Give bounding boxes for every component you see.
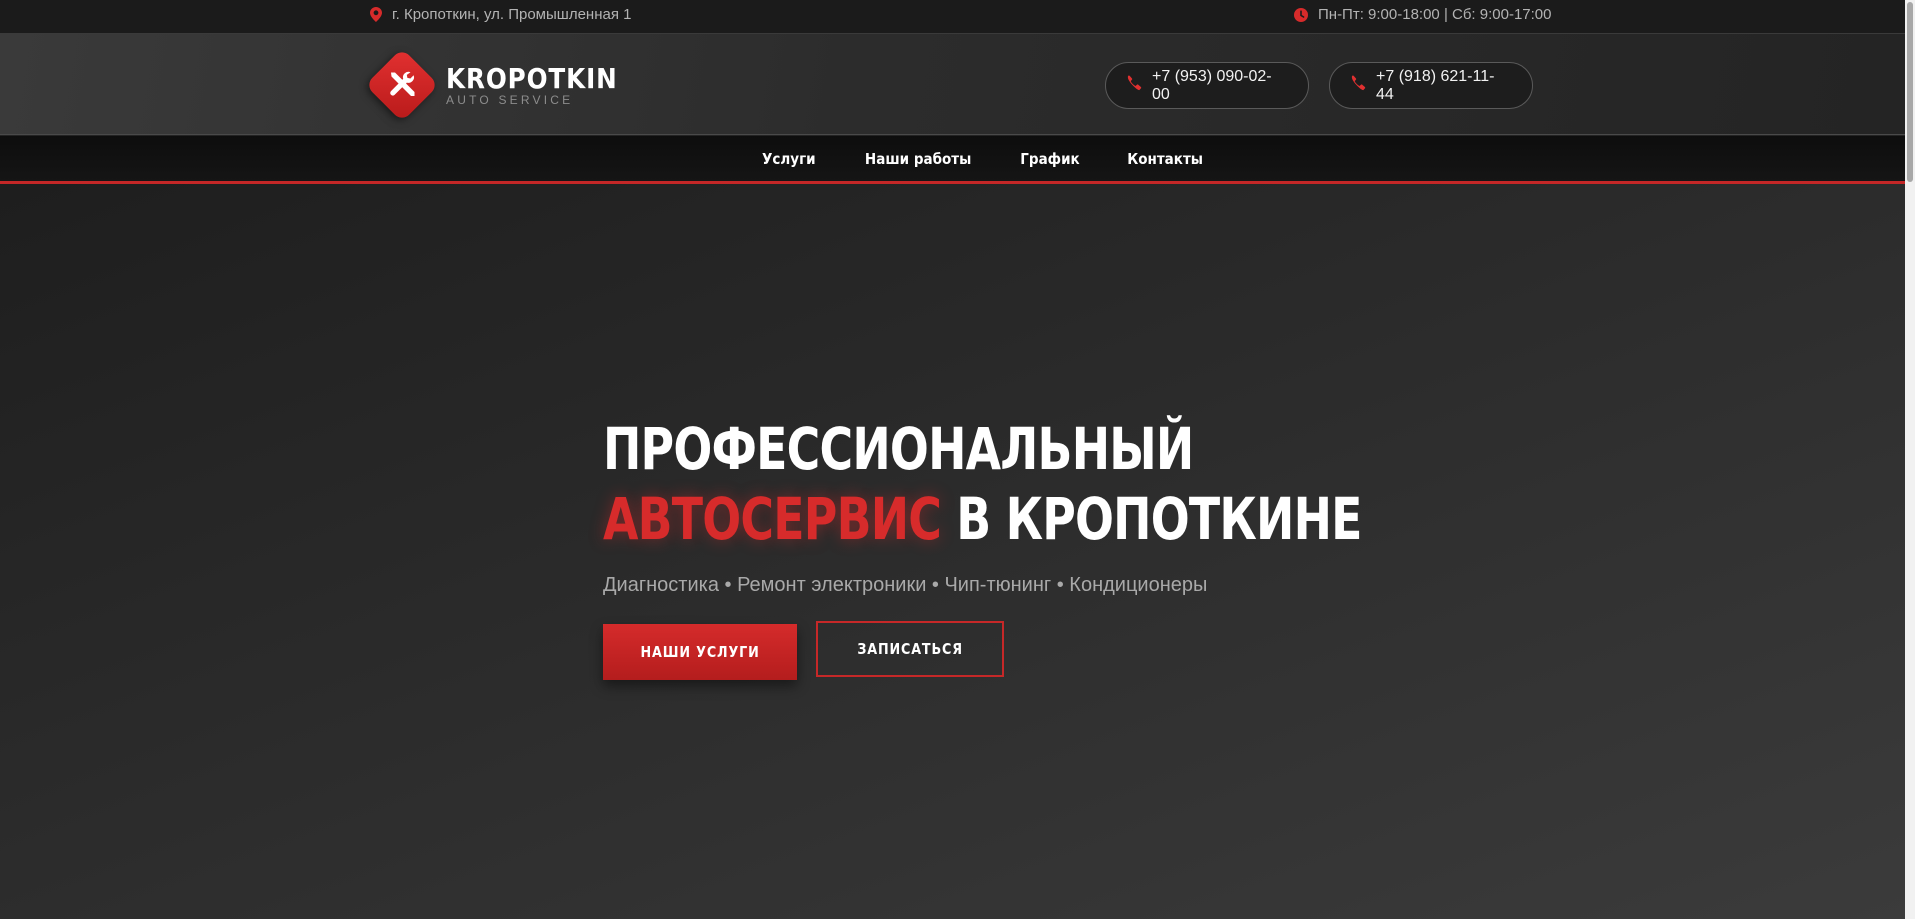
phone-icon: [1126, 75, 1142, 96]
site-header: KROPOTKIN AUTO SERVICE +7 (953) 090-02-0…: [0, 34, 1905, 135]
address-text: г. Кропоткин, ул. Промышленная 1: [392, 6, 632, 23]
phone-number-1: +7 (953) 090-02-00: [1152, 67, 1272, 103]
site-logo[interactable]: KROPOTKIN AUTO SERVICE: [364, 47, 641, 123]
address-info: г. Кропоткин, ул. Промышленная 1: [370, 0, 631, 29]
working-hours-info: Пн-Пт: 9:00-18:00 | Сб: 9:00-17:00: [1294, 0, 1552, 29]
phone-button-1[interactable]: +7 (953) 090-02-00: [1105, 62, 1309, 109]
vertical-scrollbar[interactable]: [1905, 0, 1915, 919]
nav-item-services[interactable]: Услуги: [762, 150, 816, 168]
our-services-button[interactable]: НАШИ УСЛУГИ: [603, 624, 797, 680]
logo-text: KROPOTKIN AUTO SERVICE: [446, 61, 641, 107]
hero-buttons: НАШИ УСЛУГИ ЗАПИСАТЬСЯ: [603, 621, 1563, 680]
hero-title-line1: ПРОФЕССИОНАЛЬНЫЙ: [603, 415, 1194, 483]
main-nav: Услуги Наши работы График Контакты: [0, 136, 1905, 184]
hero-content: ПРОФЕССИОНАЛЬНЫЙ АВТОСЕРВИС В КРОПОТКИНЕ…: [603, 414, 1563, 680]
page: г. Кропоткин, ул. Промышленная 1 Пн-Пт: …: [0, 0, 1915, 919]
phone-number-2: +7 (918) 621-11-44: [1376, 67, 1495, 103]
top-info-bar: г. Кропоткин, ул. Промышленная 1 Пн-Пт: …: [0, 0, 1905, 34]
nav-item-portfolio[interactable]: Наши работы: [864, 150, 970, 168]
hero-title: ПРОФЕССИОНАЛЬНЫЙ АВТОСЕРВИС В КРОПОТКИНЕ: [603, 414, 1362, 554]
wrench-screwdriver-icon: [390, 71, 415, 96]
clock-icon: [1294, 7, 1308, 22]
hero-title-accent: АВТОСЕРВИС: [603, 485, 942, 553]
our-services-button-label: НАШИ УСЛУГИ: [640, 643, 760, 661]
logo-badge: [364, 47, 440, 123]
nav-list: Услуги Наши работы График Контакты: [759, 136, 1207, 181]
hero-subtitle: Диагностика • Ремонт электроники • Чип-т…: [603, 574, 1208, 596]
nav-item-contacts[interactable]: Контакты: [1127, 150, 1203, 168]
phone-button-2[interactable]: +7 (918) 621-11-44: [1329, 62, 1533, 109]
book-appointment-button[interactable]: ЗАПИСАТЬСЯ: [816, 621, 1004, 677]
book-appointment-button-label: ЗАПИСАТЬСЯ: [857, 640, 963, 658]
brand-name: KROPOTKIN: [446, 61, 618, 95]
scrollbar-thumb[interactable]: [1907, 2, 1913, 182]
hero-title-rest: В КРОПОТКИНЕ: [941, 485, 1362, 553]
hero-section: ПРОФЕССИОНАЛЬНЫЙ АВТОСЕРВИС В КРОПОТКИНЕ…: [0, 184, 1905, 919]
hours-text: Пн-Пт: 9:00-18:00 | Сб: 9:00-17:00: [1318, 6, 1552, 23]
nav-item-schedule[interactable]: График: [1020, 150, 1079, 168]
map-pin-icon: [370, 7, 382, 22]
brand-tagline: AUTO SERVICE: [446, 92, 574, 107]
phone-icon: [1350, 75, 1366, 96]
